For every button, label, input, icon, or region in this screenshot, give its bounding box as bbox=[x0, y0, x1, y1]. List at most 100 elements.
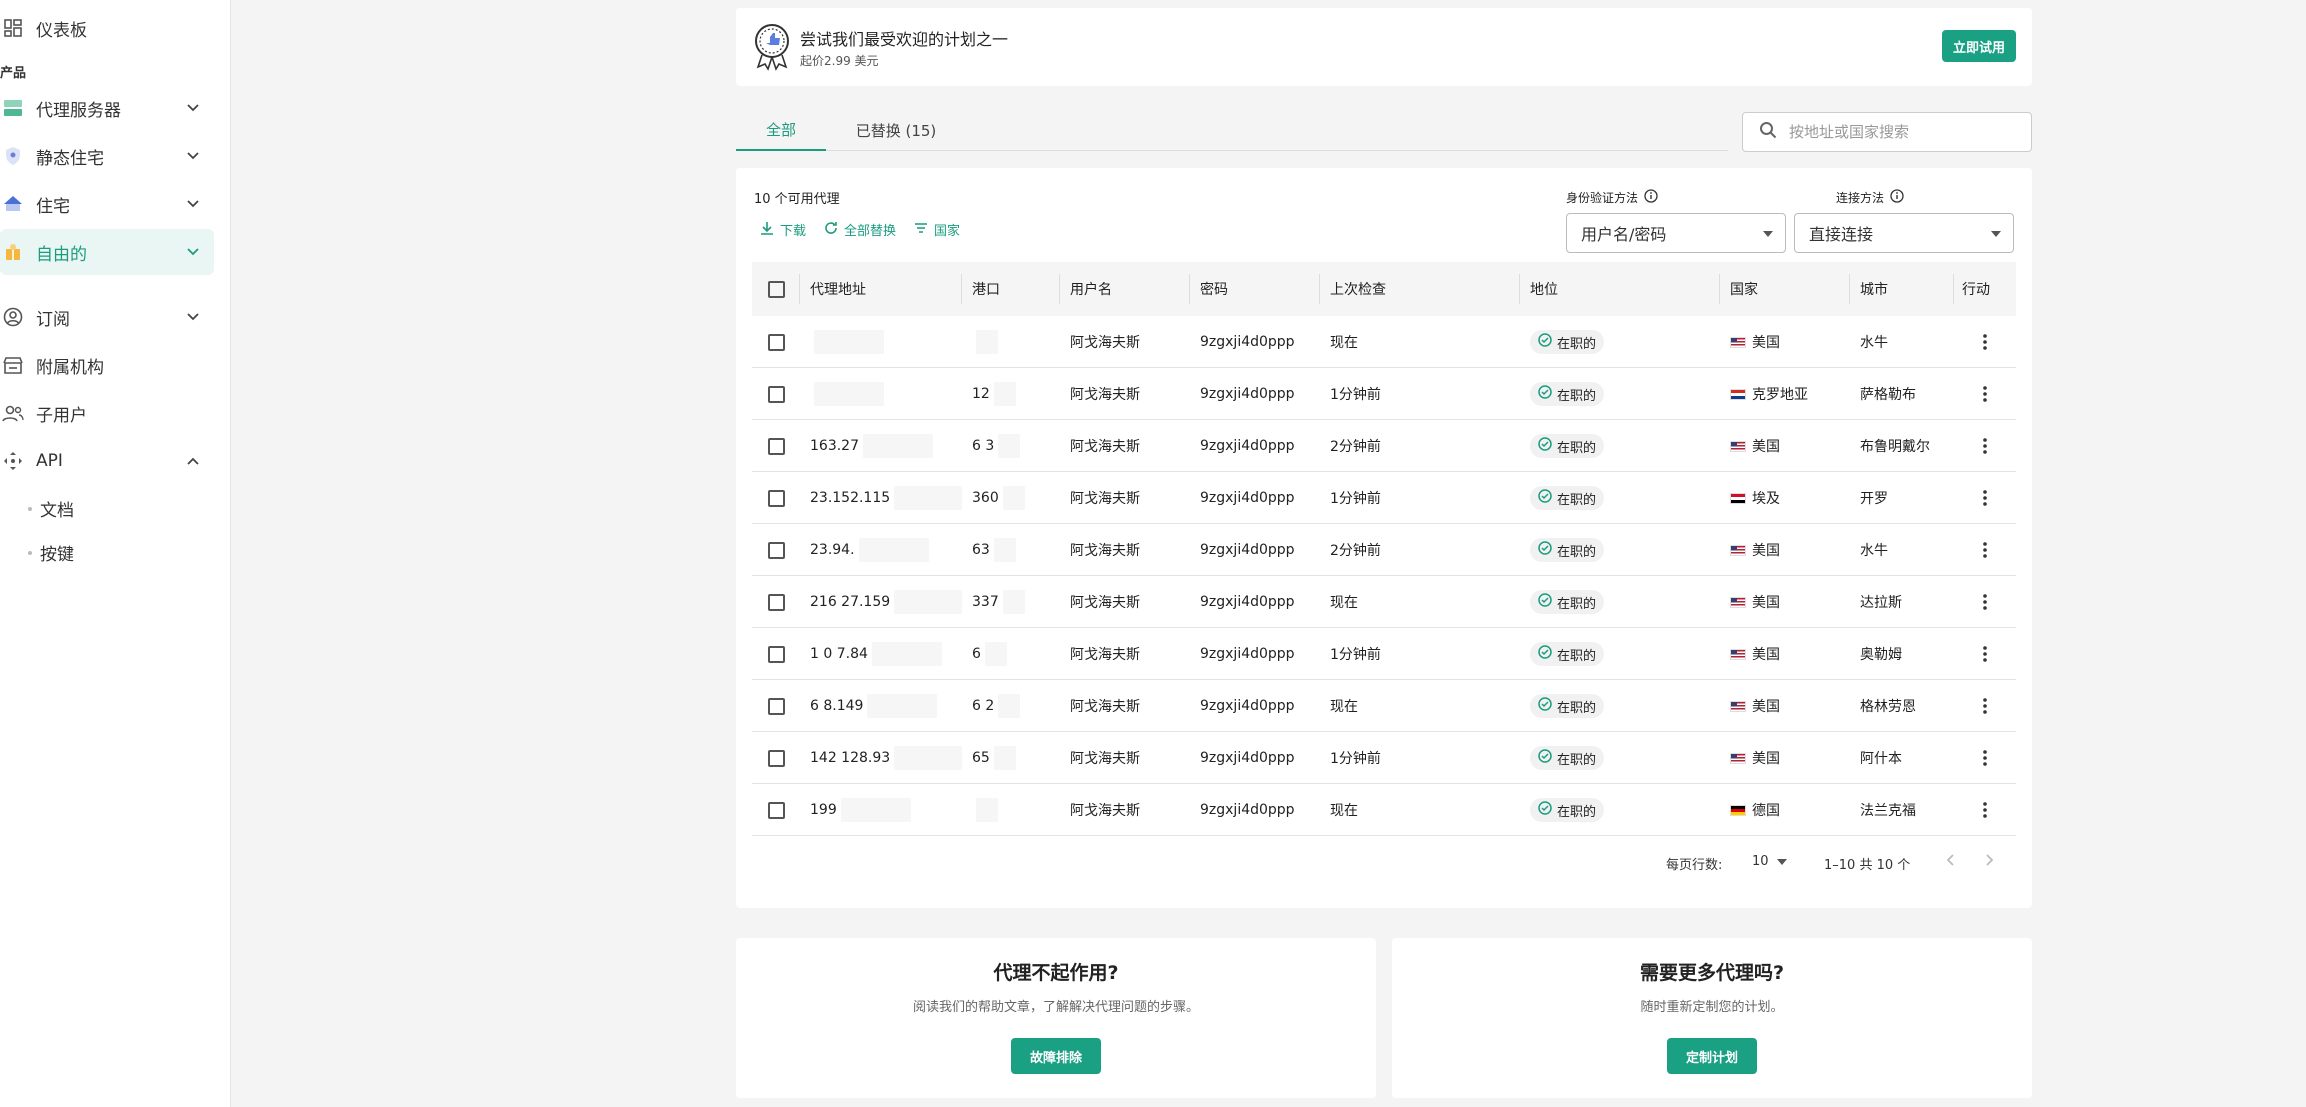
row-checkbox[interactable] bbox=[767, 385, 785, 403]
password-cell: 9zgxji4d0ppp bbox=[1190, 472, 1320, 524]
more-vert-icon[interactable] bbox=[1975, 330, 1995, 354]
sidebar-item-api[interactable]: API bbox=[0, 438, 214, 484]
connection-method-select[interactable]: 直接连接 bbox=[1794, 213, 2014, 253]
row-checkbox[interactable] bbox=[767, 437, 785, 455]
port-text: 6 bbox=[972, 646, 981, 662]
username-cell: 阿戈海夫斯 bbox=[1060, 732, 1190, 784]
password-cell: 9zgxji4d0ppp bbox=[1190, 628, 1320, 680]
col-port[interactable]: 港口 bbox=[962, 262, 1060, 316]
bullet-icon bbox=[28, 506, 32, 511]
section-label-products: 产品 bbox=[0, 66, 27, 81]
row-checkbox[interactable] bbox=[767, 593, 785, 611]
chevron-down-icon bbox=[184, 195, 202, 213]
sidebar-item-api-keys[interactable]: 按键 bbox=[28, 540, 74, 565]
house-icon bbox=[2, 193, 24, 215]
last-check-text: 1分钟前 bbox=[1330, 491, 1381, 507]
col-last-check-label: 上次检查 bbox=[1330, 282, 1386, 298]
flag-icon bbox=[1730, 648, 1746, 660]
country-text: 埃及 bbox=[1752, 491, 1780, 507]
tab-all[interactable]: 全部 bbox=[736, 110, 826, 151]
sidebar-item-subscriptions[interactable]: 订阅 bbox=[0, 294, 214, 340]
promo-title: 尝试我们最受欢迎的计划之一 bbox=[800, 30, 1009, 49]
row-checkbox[interactable] bbox=[767, 749, 785, 767]
try-now-button[interactable]: 立即试用 bbox=[1942, 30, 2016, 62]
sidebar-item-free[interactable]: 自由的 bbox=[0, 229, 214, 275]
auth-method-select[interactable]: 用户名/密码 bbox=[1566, 213, 1786, 253]
last-check-text: 现在 bbox=[1330, 803, 1358, 819]
row-checkbox[interactable] bbox=[767, 489, 785, 507]
port-cell: 6 bbox=[962, 628, 1060, 680]
sidebar-item-sub-users[interactable]: 子用户 bbox=[0, 390, 214, 436]
country-text: 德国 bbox=[1752, 803, 1780, 819]
col-last-check[interactable]: 上次检查 bbox=[1320, 262, 1520, 316]
more-vert-icon[interactable] bbox=[1975, 642, 1995, 666]
action-cell bbox=[1954, 472, 2016, 524]
row-checkbox[interactable] bbox=[767, 541, 785, 559]
more-vert-icon[interactable] bbox=[1975, 538, 1995, 562]
sidebar-item-static-residential[interactable]: 静态住宅 bbox=[0, 133, 214, 179]
row-checkbox[interactable] bbox=[767, 697, 785, 715]
address-cell: 23.152.115 bbox=[800, 472, 962, 524]
search-input[interactable] bbox=[1789, 123, 2019, 141]
more-vert-icon[interactable] bbox=[1975, 486, 1995, 510]
city-text: 萨格勒布 bbox=[1860, 387, 1916, 403]
redaction-mask bbox=[894, 590, 962, 614]
username-cell: 阿戈海夫斯 bbox=[1060, 628, 1190, 680]
port-text: 337 bbox=[972, 594, 999, 610]
sidebar-item-label: 订阅 bbox=[36, 309, 70, 330]
address-text: 216 27.159 bbox=[810, 594, 891, 610]
address-text: 163.27 bbox=[810, 438, 859, 454]
more-vert-icon[interactable] bbox=[1975, 694, 1995, 718]
password-text: 9zgxji4d0ppp bbox=[1200, 334, 1295, 350]
chevron-down-icon bbox=[184, 243, 202, 261]
tab-replaced[interactable]: 已替换 (15) bbox=[836, 110, 956, 151]
last-check-cell: 2分钟前 bbox=[1320, 420, 1520, 472]
last-check-text: 1分钟前 bbox=[1330, 647, 1381, 663]
info-icon[interactable] bbox=[1644, 189, 1658, 206]
row-checkbox[interactable] bbox=[767, 801, 785, 819]
address-cell: 216 27.159 bbox=[800, 576, 962, 628]
status-text: 在职的 bbox=[1557, 544, 1597, 560]
country-text: 美国 bbox=[1752, 699, 1780, 715]
col-city[interactable]: 城市 bbox=[1850, 262, 1954, 316]
more-vert-icon[interactable] bbox=[1975, 590, 1995, 614]
col-country[interactable]: 国家 bbox=[1720, 262, 1850, 316]
col-password[interactable]: 密码 bbox=[1190, 262, 1320, 316]
sidebar-item-api-docs[interactable]: 文档 bbox=[28, 496, 74, 521]
info-icon[interactable] bbox=[1890, 189, 1904, 206]
sidebar-item-proxy-servers[interactable]: 代理服务器 bbox=[0, 85, 214, 131]
status-cell: 在职的 bbox=[1520, 524, 1720, 576]
more-vert-icon[interactable] bbox=[1975, 746, 1995, 770]
col-status[interactable]: 地位 bbox=[1520, 262, 1720, 316]
sidebar-item-residential[interactable]: 住宅 bbox=[0, 181, 214, 227]
port-text: 12 bbox=[972, 386, 990, 402]
last-check-cell: 现在 bbox=[1320, 576, 1520, 628]
col-username[interactable]: 用户名 bbox=[1060, 262, 1190, 316]
more-vert-icon[interactable] bbox=[1975, 434, 1995, 458]
table-body: 阿戈海夫斯 9zgxji4d0ppp 现在 在职的 美国 水牛 12 阿戈海夫斯 9zgxji4… bbox=[752, 316, 2016, 836]
table-row: 142 128.93 65 阿戈海夫斯 9zgxji4d0ppp 1分钟前 在职的 美国 阿什… bbox=[752, 732, 2016, 784]
last-check-cell: 1分钟前 bbox=[1320, 368, 1520, 420]
troubleshoot-button[interactable]: 故障排除 bbox=[1011, 1038, 1101, 1074]
last-check-cell: 2分钟前 bbox=[1320, 524, 1520, 576]
rows-per-page-select[interactable]: 10 bbox=[1752, 854, 1787, 869]
next-page-button[interactable] bbox=[1986, 854, 1994, 870]
country-text: 美国 bbox=[1752, 543, 1780, 559]
more-vert-icon[interactable] bbox=[1975, 382, 1995, 406]
customize-plan-button[interactable]: 定制计划 bbox=[1667, 1038, 1757, 1074]
chevron-down-icon bbox=[184, 147, 202, 165]
country-filter-button[interactable]: 国家 bbox=[914, 220, 960, 239]
select-all-checkbox[interactable] bbox=[767, 280, 785, 298]
prev-page-button[interactable] bbox=[1946, 854, 1954, 870]
row-checkbox[interactable] bbox=[767, 645, 785, 663]
sidebar-item-dashboard[interactable]: 仪表板 bbox=[0, 5, 214, 51]
row-checkbox[interactable] bbox=[767, 333, 785, 351]
redaction-mask bbox=[993, 538, 1016, 562]
port-text: 6 2 bbox=[972, 698, 995, 714]
col-address[interactable]: 代理地址 bbox=[800, 262, 962, 316]
sidebar-item-affiliates[interactable]: 附属机构 bbox=[0, 342, 214, 388]
download-button[interactable]: 下载 bbox=[760, 220, 806, 239]
more-vert-icon[interactable] bbox=[1975, 798, 1995, 822]
chevron-up-icon bbox=[184, 452, 202, 470]
replace-all-button[interactable]: 全部替换 bbox=[824, 220, 896, 239]
